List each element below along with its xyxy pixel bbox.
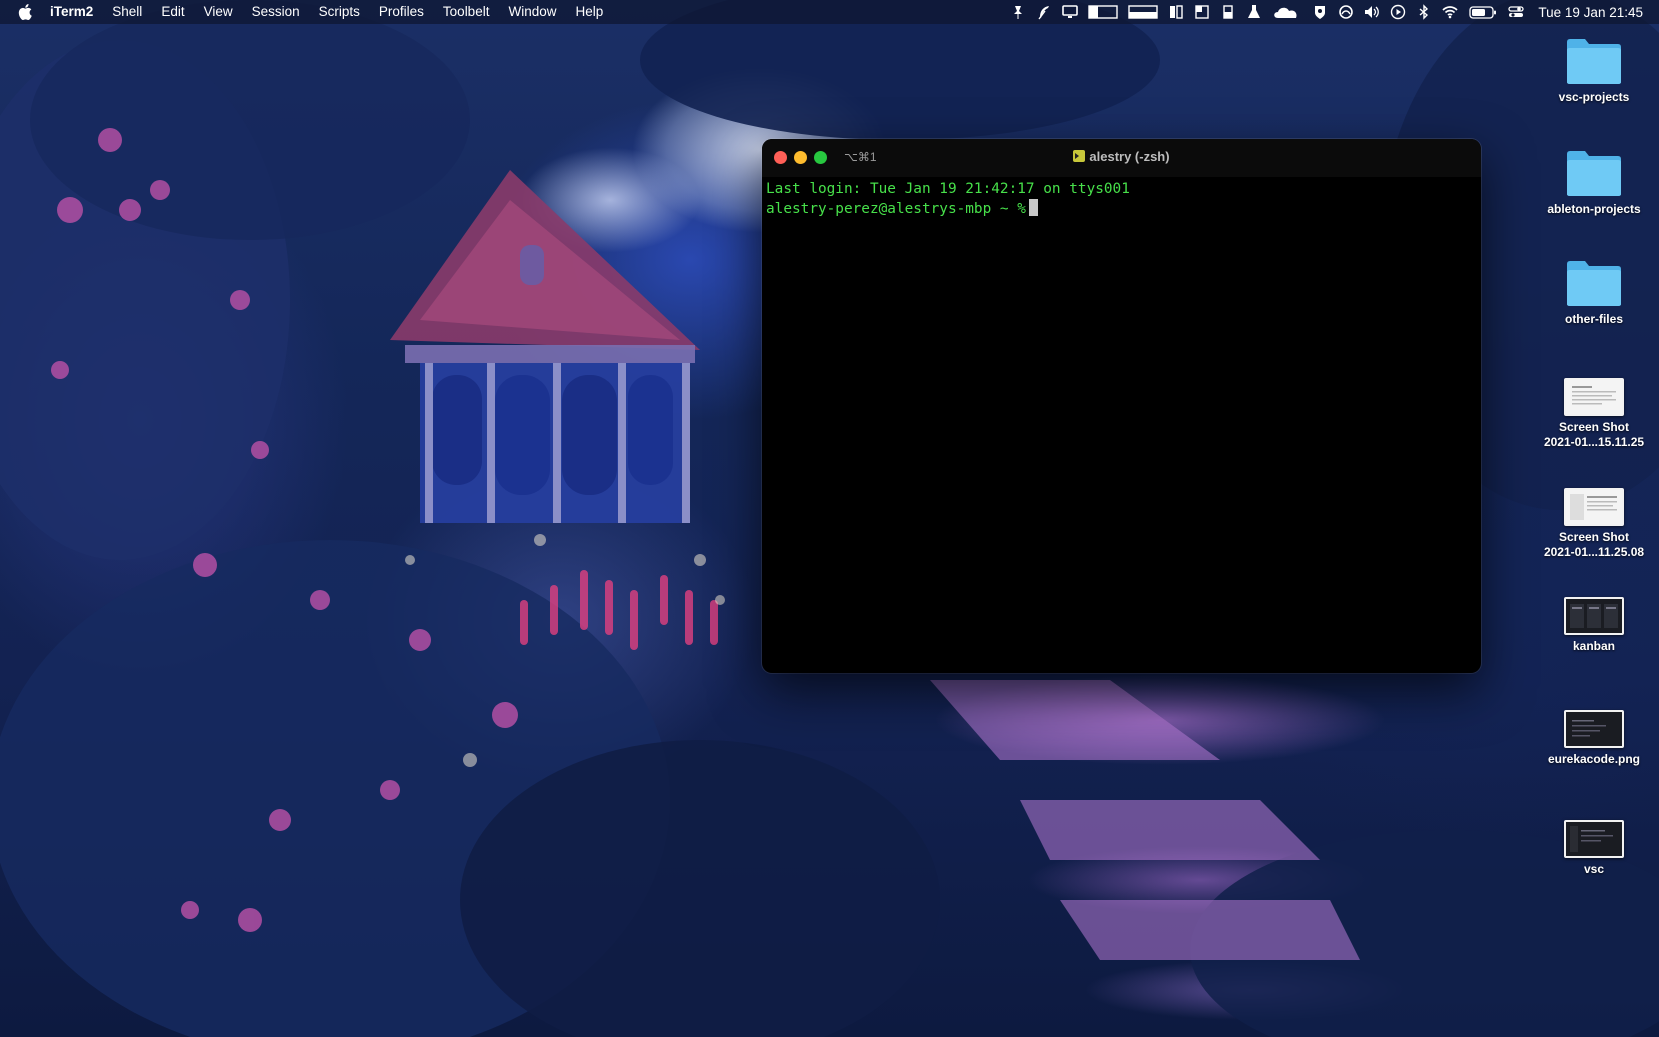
window-bottom-icon[interactable] xyxy=(1128,4,1159,20)
terminal-icon xyxy=(1073,150,1086,162)
terminal-content[interactable]: Last login: Tue Jan 19 21:42:17 on ttys0… xyxy=(762,177,1481,221)
shell-prompt: alestry-perez@alestrys-mbp ~ % xyxy=(766,201,1026,217)
code-thumbnail-icon xyxy=(1564,710,1624,748)
last-login-line: Last login: Tue Jan 19 21:42:17 on ttys0… xyxy=(766,181,1130,197)
menu-toolbelt[interactable]: Toolbelt xyxy=(443,0,490,24)
vpn-icon[interactable] xyxy=(1312,4,1328,20)
feather-icon[interactable] xyxy=(1036,4,1052,20)
screenshot-thumbnail-icon xyxy=(1564,488,1624,526)
window-left-icon[interactable] xyxy=(1088,4,1119,20)
vsc-thumbnail-icon xyxy=(1564,820,1624,858)
bluetooth-icon[interactable] xyxy=(1416,4,1432,20)
battery-icon[interactable] xyxy=(1468,4,1498,20)
desktop-file-vsc[interactable]: vsc xyxy=(1529,820,1659,877)
desktop-item-label: ableton-projects xyxy=(1547,202,1641,216)
desktop-folder-vsc-projects[interactable]: vsc-projects xyxy=(1529,36,1659,105)
desktop-file-kanban[interactable]: kanban xyxy=(1529,597,1659,654)
menu-clock[interactable]: Tue 19 Jan 21:45 xyxy=(1538,5,1643,20)
desktop-item-label: eurekacode.png xyxy=(1547,752,1641,766)
window-quarter-icon[interactable] xyxy=(1220,4,1236,20)
control-center-icon[interactable] xyxy=(1508,4,1525,20)
desktop-folder-other-files[interactable]: other-files xyxy=(1529,258,1659,327)
menu-shell[interactable]: Shell xyxy=(112,0,142,24)
desktop-file-screenshot-2[interactable]: Screen Shot 2021-01...11.25.08 xyxy=(1529,488,1659,560)
desktop-item-label-line2: 2021-01...11.25.08 xyxy=(1543,545,1645,559)
prompt-line[interactable]: alestry-perez@alestrys-mbp ~ % xyxy=(766,199,1477,219)
menu-help[interactable]: Help xyxy=(575,0,603,24)
screenshot-thumbnail-icon xyxy=(1564,378,1624,416)
play-icon[interactable] xyxy=(1390,4,1406,20)
menu-view[interactable]: View xyxy=(204,0,233,24)
flask-icon[interactable] xyxy=(1246,4,1262,20)
menu-bar: iTerm2 Shell Edit View Session Scripts P… xyxy=(0,0,1659,24)
restrict-icon[interactable] xyxy=(1338,4,1354,20)
desktop-item-label: vsc xyxy=(1583,862,1605,876)
menu-edit[interactable]: Edit xyxy=(161,0,184,24)
menu-session[interactable]: Session xyxy=(252,0,300,24)
window-titlebar[interactable]: ⌥⌘1 alestry (-zsh) xyxy=(762,139,1481,177)
folder-icon xyxy=(1567,151,1621,196)
volume-icon[interactable] xyxy=(1364,4,1380,20)
desktop-folder-ableton-projects[interactable]: ableton-projects xyxy=(1529,148,1659,217)
menu-profiles[interactable]: Profiles xyxy=(379,0,424,24)
menu-window[interactable]: Window xyxy=(508,0,556,24)
folder-icon xyxy=(1567,39,1621,84)
desktop-item-label: vsc-projects xyxy=(1558,90,1630,104)
display-icon[interactable] xyxy=(1062,4,1079,20)
wifi-icon[interactable] xyxy=(1442,4,1459,20)
window-title: alestry (-zsh) xyxy=(762,149,1481,164)
desktop-item-label-line2: 2021-01...15.11.25 xyxy=(1543,435,1645,449)
status-area: Tue 19 Jan 21:45 xyxy=(1000,0,1643,24)
cloud-icon[interactable] xyxy=(1272,4,1302,20)
iterm-window[interactable]: ⌥⌘1 alestry (-zsh) Last login: Tue Jan 1… xyxy=(762,139,1481,673)
window-title-text: alestry (-zsh) xyxy=(1089,149,1170,164)
desktop-file-screenshot-1[interactable]: Screen Shot 2021-01...15.11.25 xyxy=(1529,378,1659,450)
folder-icon xyxy=(1567,261,1621,306)
pin-icon[interactable] xyxy=(1010,4,1026,20)
desktop-item-label-line1: Screen Shot xyxy=(1558,530,1630,544)
desktop-item-label: Screen Shot 2021-01...15.11.25 xyxy=(1529,420,1659,450)
text-cursor xyxy=(1028,199,1038,216)
apple-logo-icon[interactable] xyxy=(18,4,32,20)
kanban-thumbnail-icon xyxy=(1564,597,1624,635)
desktop-file-eurekacode[interactable]: eurekacode.png xyxy=(1529,710,1659,767)
desktop-item-label: kanban xyxy=(1572,639,1615,653)
window-corner-icon[interactable] xyxy=(1194,4,1210,20)
desktop-item-label: Screen Shot 2021-01...11.25.08 xyxy=(1529,530,1659,560)
menu-app-name[interactable]: iTerm2 xyxy=(50,0,93,24)
desktop-item-label-line1: Screen Shot xyxy=(1558,420,1630,434)
window-split-icon[interactable] xyxy=(1168,4,1184,20)
desktop-item-label: other-files xyxy=(1564,312,1623,326)
menu-scripts[interactable]: Scripts xyxy=(319,0,360,24)
